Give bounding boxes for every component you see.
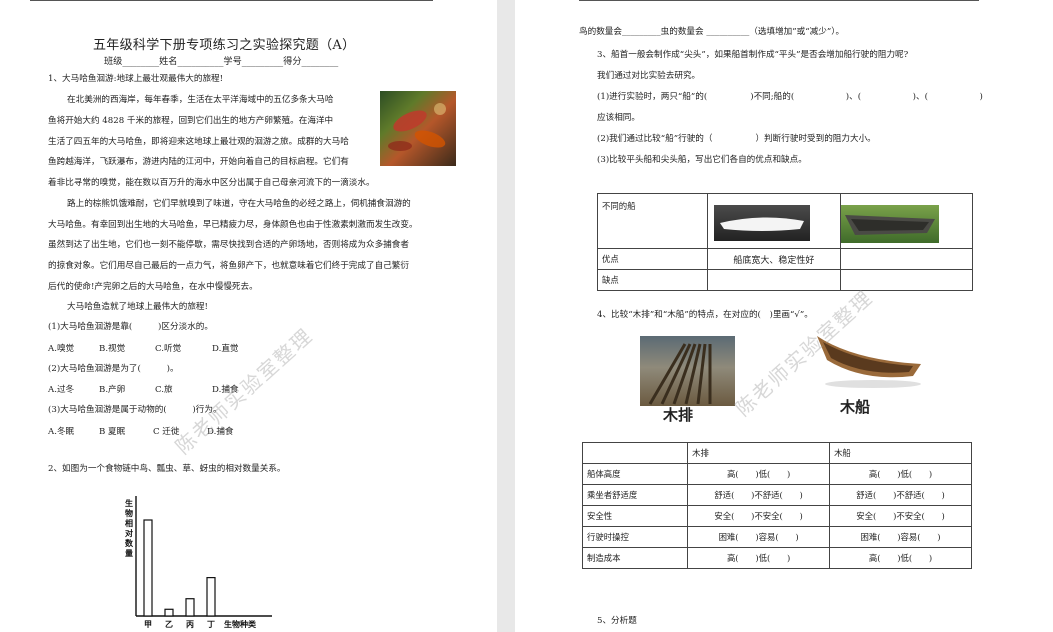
option-text: A.过冬 xyxy=(48,385,75,395)
table-header-cell: 木船 xyxy=(829,442,972,464)
option-text: B.产卵 xyxy=(99,385,126,395)
table-cell-choice[interactable]: 舒适( )不舒适( ) xyxy=(829,484,972,506)
q1-paragraph-line: 的掠食对象。它们用尽自己最后的一点力气，将鱼卵产下，也就意味着它们终于完成了自己… xyxy=(48,261,409,271)
document-page-left: 五年级科学下册专项练习之实验探究题（A） 班级________姓名_______… xyxy=(0,0,497,632)
table-cell-label: 不同的船 xyxy=(596,193,709,249)
bar-丙 xyxy=(185,598,195,617)
raft-caption: 木排 xyxy=(663,406,694,424)
table-row: 优点 船底宽大、稳定性好 xyxy=(596,248,974,270)
table-cell-label: 制造成本 xyxy=(581,547,689,569)
q4-heading: 4、比较“木排”和“木船”的特点，在对应的( )里画“√”。 xyxy=(597,310,813,320)
q1-closing-line: 大马哈鱼造就了地球上最伟大的旅程! xyxy=(67,302,208,312)
wooden-boat-caption: 木船 xyxy=(840,398,871,416)
table-cell-image xyxy=(707,193,841,249)
table-cell-empty[interactable] xyxy=(839,248,974,270)
table-cell-image xyxy=(839,193,974,249)
table-cell-choice[interactable]: 困难( )容易( ) xyxy=(687,526,831,548)
student-info-line: 班级________姓名__________学号_________得分_____… xyxy=(104,56,339,67)
pointed-boat-photo xyxy=(840,205,939,243)
option-text: B 夏眠 xyxy=(99,427,126,437)
table-row: 木排 木船 xyxy=(581,442,972,464)
table-cell-empty[interactable] xyxy=(707,269,841,291)
option-text: A.冬眠 xyxy=(48,427,75,437)
table-cell-choice[interactable]: 安全( )不安全( ) xyxy=(829,505,972,527)
x-tick-label: 乙 xyxy=(165,620,173,629)
y-axis-label: 生物相对数量 xyxy=(125,498,134,558)
table-header-cell xyxy=(581,442,689,464)
q1-paragraph-line: 虽然到达了出生地，它们也一刻不能停歇，需尽快找到合适的产卵场地，否则将成为众多捕… xyxy=(48,240,409,250)
q1-paragraph-line: 鱼将开始大约 4828 千米的旅程，回到它们出生的地方产卵繁殖。在海洋中 xyxy=(48,116,334,126)
q1-subquestion-2: (2)大马哈鱼洄游是为了( )。 xyxy=(48,364,179,374)
option-text: A.嗅觉 xyxy=(48,344,75,354)
bar-甲 xyxy=(143,519,153,617)
food-chain-bar-chart: 甲 乙 丙 丁 生物相对数量 生物种类 xyxy=(125,496,272,629)
table-cell-choice[interactable]: 困难( )容易( ) xyxy=(829,526,972,548)
table-row: 缺点 xyxy=(596,269,974,291)
bar-丁 xyxy=(206,576,216,617)
table-cell-choice[interactable]: 高( )低( ) xyxy=(829,547,972,569)
x-tick-label: 丙 xyxy=(186,620,194,629)
table-cell-label: 优点 xyxy=(596,248,709,270)
table-cell-label: 行驶时操控 xyxy=(581,526,689,548)
q1-paragraph-line: 生活了四五年的大马哈鱼，即将迎来这地球上最壮观的洄游之旅。成群的大马哈 xyxy=(48,137,349,147)
table-cell-value: 船底宽大、稳定性好 xyxy=(707,248,841,270)
table-cell-label: 安全性 xyxy=(581,505,689,527)
q5-heading: 5、分析题 xyxy=(597,616,637,626)
raft-photo xyxy=(640,336,735,406)
x-tick-label: 甲 xyxy=(144,620,152,629)
page-top-rule xyxy=(579,0,979,1)
table-row: 不同的船 xyxy=(596,193,974,249)
document-page-right: 鸟的数量会_________虫的数量会 __________（选填增加”或“减少… xyxy=(515,0,1053,632)
q3-subquestion-3: (3)比较平头船和尖头船，写出它们各自的优点和缺点。 xyxy=(597,155,807,165)
raft-boat-table: 木排 木船 船体高度 高( )低( ) 高( )低( ) 乘坐者舒适度 舒适( … xyxy=(581,442,972,569)
q2-heading: 2、如图为一个食物链中鸟、瓢虫、草、蚜虫的相对数量关系。 xyxy=(48,464,286,474)
salmon-photo xyxy=(380,91,456,166)
x-axis-label: 生物种类 xyxy=(224,619,256,629)
q1-paragraph-line: 后代的使命!产完卵之后的大马哈鱼，在水中慢慢死去。 xyxy=(48,282,258,292)
option-text: B.视觉 xyxy=(99,344,126,354)
q1-paragraph-line: 大马哈鱼。有幸回到出生地的大马哈鱼，早已精疲力尽，身体颜色也由于性激素刺激而发生… xyxy=(48,220,418,230)
q1-paragraph-line: 路上的棕熊饥饿难耐，它们早就嗅到了味道，守在大马哈鱼的必经之路上，伺机捕食洄游的 xyxy=(67,199,411,209)
table-cell-label: 缺点 xyxy=(596,269,709,291)
table-cell-choice[interactable]: 舒适( )不舒适( ) xyxy=(687,484,831,506)
table-cell-choice[interactable]: 高( )低( ) xyxy=(687,547,831,569)
table-cell-choice[interactable]: 高( )低( ) xyxy=(687,463,831,485)
table-row: 船体高度 高( )低( ) 高( )低( ) xyxy=(581,463,972,485)
x-tick-label: 丁 xyxy=(207,620,215,629)
q3-heading: 3、船首一般会制作成“尖头”，如果船首制作成“平头”是否会增加船行驶的阻力呢? xyxy=(597,50,909,60)
q3-subquestion-1-cont: 应该相同。 xyxy=(597,113,640,123)
q3-subquestion-1: (1)进行实验时，两只“船”的( )不同;船的( )、( )、( ) xyxy=(597,92,983,102)
table-cell-choice[interactable]: 高( )低( ) xyxy=(829,463,972,485)
q1-paragraph-line: 着非比寻常的嗅觉，能在数以百万升的海水中区分出属于自己母亲河流下的一滴淡水。 xyxy=(48,178,375,188)
option-text: C.听觉 xyxy=(155,344,182,354)
watermark: 陈老师实验室整理 xyxy=(170,323,318,459)
q1-paragraph-line: 在北美洲的西海岸，每年春季，生活在太平洋海域中的五亿多条大马哈 xyxy=(67,95,334,105)
page-top-rule xyxy=(30,0,433,1)
q3-subquestion-2: (2)我们通过比较“船”行驶的（ ）判断行驶时受到的阻力大小。 xyxy=(597,134,876,144)
table-cell-label: 船体高度 xyxy=(581,463,689,485)
table-cell-label: 乘坐者舒适度 xyxy=(581,484,689,506)
table-cell-choice[interactable]: 安全( )不安全( ) xyxy=(687,505,831,527)
q1-subquestion-1: (1)大马哈鱼洄游是靠( )区分淡水的。 xyxy=(48,322,213,332)
table-row: 制造成本 高( )低( ) 高( )低( ) xyxy=(581,547,972,569)
table-row: 乘坐者舒适度 舒适( )不舒适( ) 舒适( )不舒适( ) xyxy=(581,484,972,506)
table-header-cell: 木排 xyxy=(687,442,831,464)
table-row: 安全性 安全( )不安全( ) 安全( )不安全( ) xyxy=(581,505,972,527)
page-title: 五年级科学下册专项练习之实验探究题（A） xyxy=(93,38,356,53)
boat-comparison-table: 不同的船 优点 船底宽大、稳定性好 缺点 xyxy=(596,193,974,291)
flat-boat-photo xyxy=(714,205,811,241)
q1-paragraph-line: 鱼跨越海洋，飞跃瀑布，游进内陆的江河中，开始向着自己的目标启程。它们有 xyxy=(48,157,349,167)
option-text: C.旅 xyxy=(155,385,173,395)
q1-heading: 1、大马哈鱼洄游:地球上最壮观最伟大的旅程! xyxy=(48,74,224,84)
table-row: 行驶时操控 困难( )容易( ) 困难( )容易( ) xyxy=(581,526,972,548)
q3-intro: 我们通过对比实验去研究。 xyxy=(597,71,701,81)
q2-answer-line: 鸟的数量会_________虫的数量会 __________（选填增加”或“减少… xyxy=(579,27,845,37)
option-text: D.直觉 xyxy=(212,344,239,354)
bar-乙 xyxy=(164,608,174,617)
